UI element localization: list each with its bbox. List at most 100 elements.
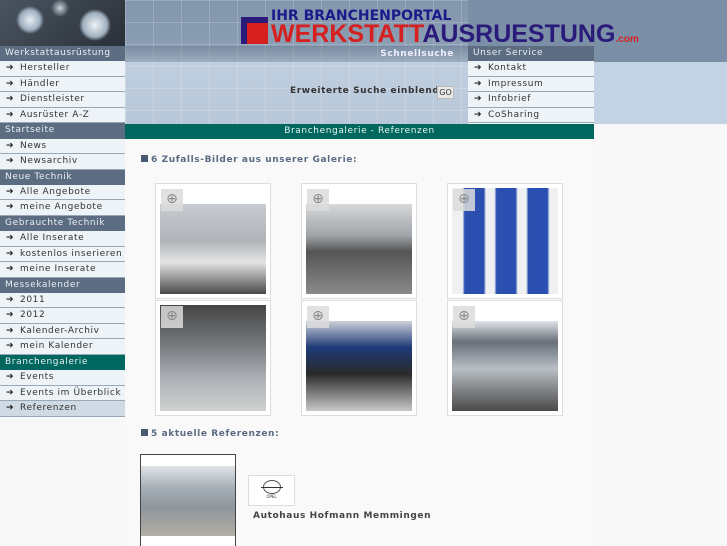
sidebar-item[interactable]: ➔ Events im Überblick: [0, 385, 125, 402]
reference-image[interactable]: [140, 454, 236, 546]
sidebar-section-header[interactable]: Startseite: [0, 123, 125, 139]
sidebar-item[interactable]: ➔ Kalender-Archiv: [0, 323, 125, 340]
sidebar-nav: Werkstattausrüstung ➔ Hersteller ➔ Händler ➔ D…: [0, 46, 125, 417]
opel-logo-text: OPEL: [266, 494, 277, 499]
sidebar-item[interactable]: ➔ meine Inserate: [0, 262, 125, 278]
service-nav: Unser Service ➔ Kontakt ➔ Impressum ➔ Infobri…: [468, 46, 594, 124]
service-header: Unser Service: [468, 46, 594, 62]
sidebar-item[interactable]: ➔ mein Kalender: [0, 339, 125, 355]
sidebar-item-label: Händler: [20, 78, 60, 89]
page-breadcrumb: Branchengalerie - Referenzen: [125, 124, 594, 139]
sidebar-section-header[interactable]: Werkstattausrüstung: [0, 46, 125, 62]
go-button[interactable]: GO: [437, 86, 454, 99]
magnifier-plus-icon[interactable]: ⊕: [161, 306, 183, 328]
gallery-tile[interactable]: ⊕: [155, 183, 271, 299]
arrow-right-icon: ➔: [6, 387, 15, 398]
gallery-tile[interactable]: ⊕: [301, 300, 417, 416]
service-item[interactable]: ➔ CoSharing: [468, 107, 594, 124]
arrow-right-icon: ➔: [474, 109, 483, 120]
sidebar-item-label: Kalender-Archiv: [20, 325, 100, 336]
sidebar-item[interactable]: ➔ Alle Inserate: [0, 231, 125, 247]
arrow-right-icon: ➔: [6, 325, 15, 336]
sidebar-item[interactable]: ➔ News: [0, 138, 125, 155]
sidebar-item-label: Ausrüster A-Z: [20, 109, 90, 120]
sidebar-section-header[interactable]: Messekalender: [0, 277, 125, 293]
arrow-right-icon: ➔: [6, 295, 15, 305]
service-item[interactable]: ➔ Kontakt: [468, 61, 594, 77]
arrow-right-icon: ➔: [6, 372, 15, 383]
sidebar-item[interactable]: ➔ Events: [0, 370, 125, 386]
service-item[interactable]: ➔ Impressum: [468, 76, 594, 93]
magnifier-plus-icon[interactable]: ⊕: [307, 189, 329, 211]
logo-com: .com: [615, 34, 639, 45]
sidebar-item[interactable]: ➔ meine Angebote: [0, 200, 125, 216]
logo-aus: AUSRUESTUNG: [422, 20, 616, 48]
sidebar-item[interactable]: ➔ kostenlos inserieren: [0, 246, 125, 263]
gallery-heading: 6 Zufalls-Bilder aus unserer Galerie:: [141, 155, 357, 165]
sidebar-item-label: 2012: [20, 310, 46, 321]
service-item-label: Impressum: [488, 78, 544, 89]
sidebar-item[interactable]: ➔ 2012: [0, 308, 125, 324]
arrow-right-icon: ➔: [6, 341, 15, 352]
arrow-right-icon: ➔: [6, 94, 15, 105]
arrow-right-icon: ➔: [474, 63, 483, 74]
sidebar-item-label: kostenlos inserieren: [20, 248, 123, 259]
arrow-right-icon: ➔: [474, 94, 483, 105]
sidebar-section-header[interactable]: Gebrauchte Technik: [0, 215, 125, 232]
service-item-label: CoSharing: [488, 109, 540, 120]
sidebar-item[interactable]: ➔ Newsarchiv: [0, 154, 125, 170]
sidebar-section-header[interactable]: Branchengalerie: [0, 354, 125, 371]
sidebar-item[interactable]: ➔ Ausrüster A-Z: [0, 107, 125, 124]
logo-mark: [241, 17, 268, 44]
sidebar-item[interactable]: ➔ Hersteller: [0, 61, 125, 77]
sidebar-section-header[interactable]: Neue Technik: [0, 169, 125, 185]
sidebar-item-label: meine Inserate: [20, 264, 97, 275]
arrow-right-icon: ➔: [6, 140, 15, 151]
sidebar-item-label: mein Kalender: [20, 341, 94, 352]
main-content: 6 Zufalls-Bilder aus unserer Galerie: ⊕ ⊕…: [125, 139, 594, 546]
arrow-right-icon: ➔: [6, 202, 15, 213]
arrow-right-icon: ➔: [6, 186, 15, 197]
magnifier-plus-icon[interactable]: ⊕: [161, 189, 183, 211]
sidebar-item-label: Events im Überblick: [20, 387, 122, 398]
references-heading: 5 aktuelle Referenzen:: [141, 429, 279, 439]
sidebar-item[interactable]: ➔ Alle Angebote: [0, 184, 125, 201]
header-flower-image: [0, 0, 125, 46]
gallery-tile[interactable]: ⊕: [447, 183, 563, 299]
extended-search-toggle[interactable]: Erweiterte Suche einblenden: [290, 86, 453, 96]
site-logo[interactable]: IHR BRANCHENPORTAL WERKSTATTAUSRUESTUNG.…: [241, 9, 639, 51]
arrow-right-icon: ➔: [474, 78, 483, 89]
magnifier-plus-icon[interactable]: ⊕: [453, 306, 475, 328]
quick-search-header: Schnellsuche: [125, 46, 468, 62]
opel-logo[interactable]: OPEL: [248, 475, 295, 506]
sidebar-item-label: Alle Angebote: [20, 186, 91, 197]
arrow-right-icon: ➔: [6, 248, 15, 259]
sidebar-item[interactable]: ➔ 2011: [0, 293, 125, 309]
reference-name[interactable]: Autohaus Hofmann Memmingen: [253, 511, 431, 521]
service-item-label: Kontakt: [488, 63, 527, 74]
arrow-right-icon: ➔: [6, 264, 15, 275]
gallery-tile[interactable]: ⊕: [155, 300, 271, 416]
logo-werk: WERKSTATT: [271, 20, 423, 48]
sidebar-item[interactable]: ➔ Referenzen: [0, 401, 125, 417]
magnifier-plus-icon[interactable]: ⊕: [307, 306, 329, 328]
sidebar-item[interactable]: ➔ Dienstleister: [0, 92, 125, 108]
sidebar-item-label: Hersteller: [20, 63, 70, 74]
sidebar-item-label: Referenzen: [20, 403, 77, 414]
arrow-right-icon: ➔: [6, 63, 15, 74]
gallery-tile[interactable]: ⊕: [301, 183, 417, 299]
sidebar-item-label: Dienstleister: [20, 94, 85, 105]
service-item-label: Infobrief: [488, 94, 532, 105]
arrow-right-icon: ➔: [6, 78, 15, 89]
arrow-right-icon: ➔: [6, 156, 15, 167]
arrow-right-icon: ➔: [6, 233, 15, 244]
sidebar-item[interactable]: ➔ Händler: [0, 76, 125, 93]
gallery-tile[interactable]: ⊕: [447, 300, 563, 416]
sidebar-item-label: Alle Inserate: [20, 233, 85, 244]
service-item[interactable]: ➔ Infobrief: [468, 92, 594, 108]
magnifier-plus-icon[interactable]: ⊕: [453, 189, 475, 211]
sidebar-item-label: Events: [20, 372, 55, 383]
sidebar-item-label: 2011: [20, 295, 46, 305]
arrow-right-icon: ➔: [6, 109, 15, 120]
sidebar-item-label: News: [20, 140, 47, 151]
